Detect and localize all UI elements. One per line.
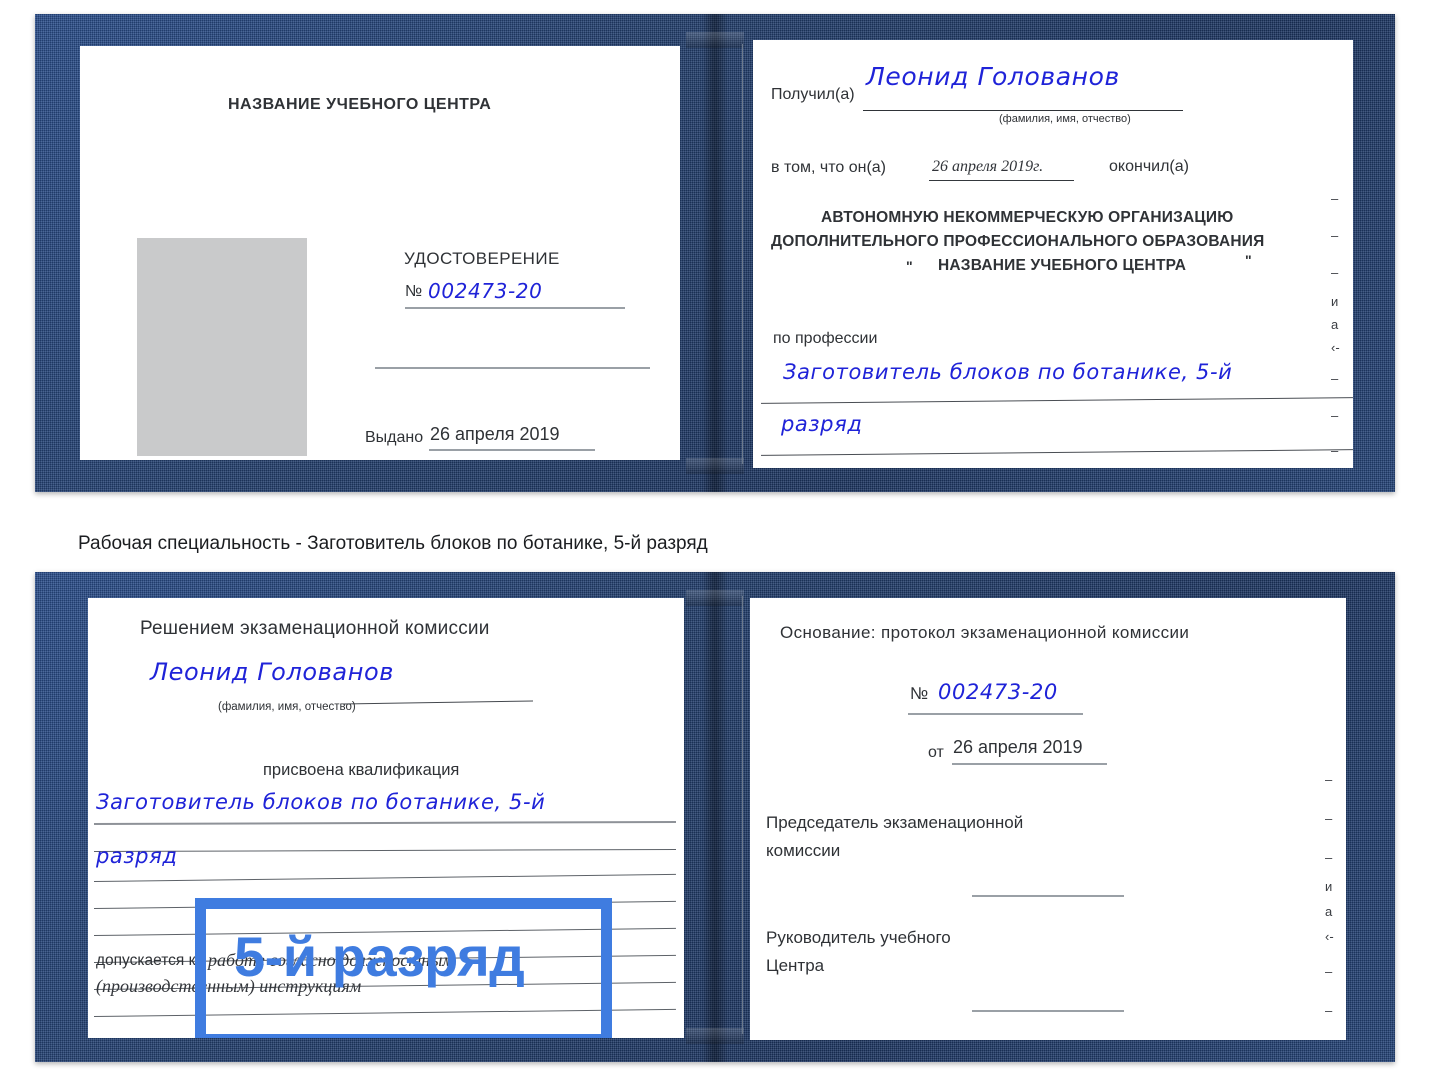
edge-fragment-7: – (1331, 408, 1339, 423)
received-label: Получил(а) (771, 86, 855, 103)
document-type-label: УДОСТОВЕРЕНИЕ (404, 249, 560, 268)
edge-fragment-8: – (1331, 443, 1339, 458)
edge-fragment-5: ‹- (1331, 340, 1340, 355)
qualification-value-line-2: разряд (96, 844, 178, 868)
certificate-number-value: 002473-20 (428, 279, 543, 303)
number-symbol-label: № (405, 283, 423, 300)
spine-shadow-bottom (702, 572, 728, 1062)
recipient-name-value: Леонид Голованов (866, 62, 1120, 91)
page-center-divider-top (742, 44, 743, 464)
in-that-label: в том, что он(а) (771, 159, 886, 176)
blank-rule-1 (375, 367, 650, 369)
top-left-page: НАЗВАНИЕ УЧЕБНОГО ЦЕНТРА УДОСТОВЕРЕНИЕ №… (80, 46, 680, 460)
edge-fragment-column: – – – и а ‹- – – – – (1331, 192, 1340, 468)
commission-decision-heading: Решением экзаменационной комиссии (140, 618, 490, 639)
graduate-name-underline (343, 700, 533, 705)
issued-label: Выдано (365, 429, 424, 446)
certificate-top: НАЗВАНИЕ УЧЕБНОГО ЦЕНТРА УДОСТОВЕРЕНИЕ №… (35, 14, 1395, 492)
edge-fragment-column-bottom: – – – и а ‹- – – – – (1325, 773, 1334, 1040)
finished-label: окончил(а) (1109, 158, 1189, 175)
name-hint-label: (фамилия, имя, отчество) (999, 113, 1131, 125)
highlight-label: 5-й разряд (234, 925, 525, 988)
edge-fragment-b6: – (1325, 964, 1333, 979)
photo-placeholder (137, 238, 307, 456)
edge-fragment-b0: – (1325, 772, 1333, 787)
chairman-label-line-1: Председатель экзаменационной (766, 813, 1024, 832)
recipient-name-underline (863, 110, 1183, 111)
org-name: НАЗВАНИЕ УЧЕБНОГО ЦЕНТРА (938, 257, 1187, 274)
edge-fragment-b3: и (1325, 879, 1333, 894)
graduate-name-hint: (фамилия, имя, отчество) (218, 701, 356, 713)
spine-notch-bottom-upper (686, 590, 744, 606)
edge-fragment-2: – (1331, 265, 1339, 280)
edge-fragment-b1: – (1325, 811, 1333, 826)
profession-rule-2 (761, 449, 1353, 456)
edge-fragment-b7: – (1325, 1003, 1333, 1018)
spine-notch-top-upper (686, 32, 744, 48)
edge-fragment-0: – (1331, 191, 1339, 206)
certificate-bottom: Решением экзаменационной комиссии Леонид… (35, 572, 1395, 1062)
org-quote-close: " (1245, 252, 1252, 268)
edge-fragment-1: – (1331, 228, 1339, 243)
bottom-right-page: Основание: протокол экзаменационной коми… (750, 598, 1346, 1040)
spine-shadow-top (702, 14, 728, 492)
org-line-1: АВТОНОМНУЮ НЕКОММЕРЧЕСКУЮ ОРГАНИЗАЦИЮ (821, 209, 1234, 226)
qualification-value-line-1: Заготовитель блоков по ботанике, 5-й (96, 790, 546, 814)
spine-notch-top-lower (686, 458, 744, 474)
ruled-line-0 (93, 820, 676, 825)
edge-fragment-b5: ‹- (1325, 929, 1334, 944)
profession-label: по профессии (773, 330, 878, 347)
chairman-signature-line (972, 895, 1124, 897)
edge-fragment-4: а (1331, 317, 1339, 332)
completion-date-underline (929, 180, 1074, 181)
protocol-date-underline (952, 763, 1107, 765)
protocol-number-underline (908, 713, 1083, 715)
page-caption: Рабочая специальность - Заготовитель бло… (78, 533, 708, 554)
protocol-date-label: от (928, 744, 944, 761)
ruled-line-2 (93, 873, 676, 882)
bottom-left-page: Решением экзаменационной комиссии Леонид… (88, 598, 684, 1038)
completion-date-value: 26 апреля 2019г. (932, 158, 1044, 175)
profession-value-line-2: разряд (781, 412, 863, 436)
protocol-number-symbol: № (910, 684, 929, 703)
org-line-2: ДОПОЛНИТЕЛЬНОГО ПРОФЕССИОНАЛЬНОГО ОБРАЗО… (771, 233, 1265, 250)
graduate-name-value: Леонид Голованов (150, 658, 395, 686)
ruled-line-1 (93, 848, 676, 852)
qualification-label: присвоена квалификация (263, 761, 460, 779)
admitted-label: допускается к (96, 952, 196, 969)
head-signature-line (972, 1010, 1124, 1012)
chairman-label-line-2: комиссии (766, 841, 841, 860)
edge-fragment-3: и (1331, 294, 1339, 309)
issued-date-value: 26 апреля 2019 (430, 424, 560, 444)
edge-fragment-b4: а (1325, 904, 1333, 919)
edge-fragment-6: – (1331, 371, 1339, 386)
spine-notch-bottom-lower (686, 1028, 744, 1044)
page-center-divider-bottom (742, 596, 743, 1034)
training-center-heading: НАЗВАНИЕ УЧЕБНОГО ЦЕНТРА (228, 96, 492, 113)
protocol-number-value: 002473-20 (938, 680, 1058, 704)
issued-underline (429, 449, 595, 451)
top-right-page: Получил(а) Леонид Голованов (фамилия, им… (753, 40, 1353, 468)
protocol-date-value: 26 апреля 2019 (953, 737, 1083, 757)
edge-fragment-b2: – (1325, 850, 1333, 865)
head-label-line-1: Руководитель учебного (766, 928, 951, 947)
number-underline (405, 307, 625, 309)
profession-value-line-1: Заготовитель блоков по ботанике, 5-й (783, 360, 1233, 384)
head-label-line-2: Центра (766, 956, 825, 975)
profession-rule-1 (761, 397, 1353, 404)
org-quote-open: " (906, 258, 913, 274)
basis-label: Основание: протокол экзаменационной коми… (780, 623, 1190, 642)
